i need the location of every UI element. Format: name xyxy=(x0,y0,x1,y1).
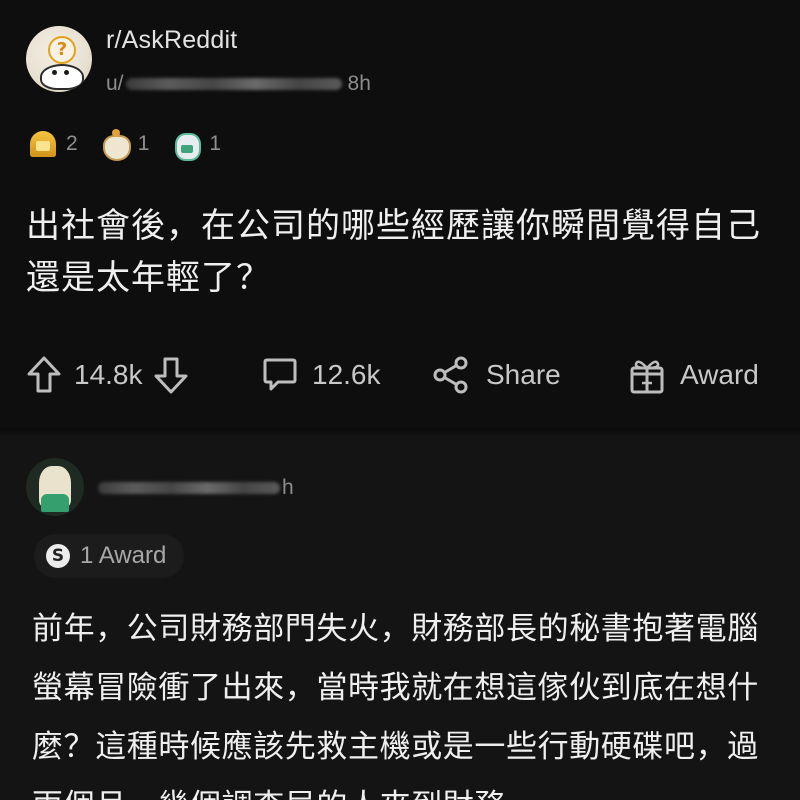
commenter-line: h xyxy=(98,476,294,500)
award-button[interactable]: Award xyxy=(628,350,759,400)
post-header: ? r/AskReddit u/ 8h xyxy=(0,0,800,100)
comment-body: 前年，公司財務部門失火，財務部長的秘書抱著電腦螢幕冒險衝了出來，當時我就在想這傢… xyxy=(32,611,759,800)
gold-award-icon xyxy=(26,127,60,161)
upvote-arrow-icon[interactable] xyxy=(26,355,62,395)
award-wholesome[interactable]: 1 xyxy=(98,127,150,161)
share-label: Share xyxy=(486,359,561,390)
wholesome-award-icon xyxy=(98,127,132,161)
post-title: 出社會後，在公司的哪些經歷讓你瞬間覺得自己還是太年輕了？ xyxy=(26,206,761,298)
award-chip-label: 1 Award xyxy=(80,542,167,569)
award-label: Award xyxy=(680,359,759,390)
subreddit-avatar[interactable]: ? xyxy=(26,26,92,92)
award-count: 1 xyxy=(137,132,150,155)
award-count: 2 xyxy=(66,132,78,155)
top-comment: h S 1 Award 前年，公司財務部門失火，財務部長的秘書抱著電腦螢幕冒險衝… xyxy=(0,438,800,800)
avatar-shirt xyxy=(41,494,69,512)
post-awards[interactable]: 2 1 1 xyxy=(26,126,241,162)
comment-award-chip[interactable]: S 1 Award xyxy=(34,534,185,578)
vote-controls: 14.8k xyxy=(26,350,189,400)
award-count: 1 xyxy=(209,132,222,155)
gift-award-icon xyxy=(628,354,666,396)
comment-count: 12.6k xyxy=(312,359,381,390)
snoo-face-icon xyxy=(40,64,84,90)
snoo-eye-icon xyxy=(64,70,69,75)
share-button[interactable]: Share xyxy=(432,350,561,400)
award-helpful[interactable]: 1 xyxy=(169,127,221,161)
user-prefix[interactable]: u/ xyxy=(106,72,124,96)
redacted-username[interactable] xyxy=(125,78,342,90)
reddit-post-screen: ? r/AskReddit u/ 8h 2 1 1 出社會後，在公司的哪些經歷讓… xyxy=(0,0,800,800)
award-gold[interactable]: 2 xyxy=(26,127,78,161)
redacted-username[interactable] xyxy=(98,482,280,494)
silver-award-icon: S xyxy=(46,544,70,568)
post-author-line: u/ 8h xyxy=(106,70,371,98)
snoo-eye-icon xyxy=(52,70,57,75)
post-action-bar: 14.8k 12.6k Share Award xyxy=(0,340,800,410)
comment-time: h xyxy=(282,476,294,499)
share-icon xyxy=(432,355,470,395)
helpful-award-icon xyxy=(169,127,203,161)
question-mark-icon: ? xyxy=(48,36,76,64)
subreddit-name[interactable]: r/AskReddit xyxy=(106,26,237,55)
commenter-avatar[interactable] xyxy=(26,458,84,516)
comments-button[interactable]: 12.6k xyxy=(262,350,381,400)
vote-count: 14.8k xyxy=(74,359,143,390)
section-divider xyxy=(0,428,800,438)
downvote-arrow-icon[interactable] xyxy=(153,355,189,395)
comment-bubble-icon xyxy=(262,356,298,394)
post-time: 8h xyxy=(347,72,371,95)
